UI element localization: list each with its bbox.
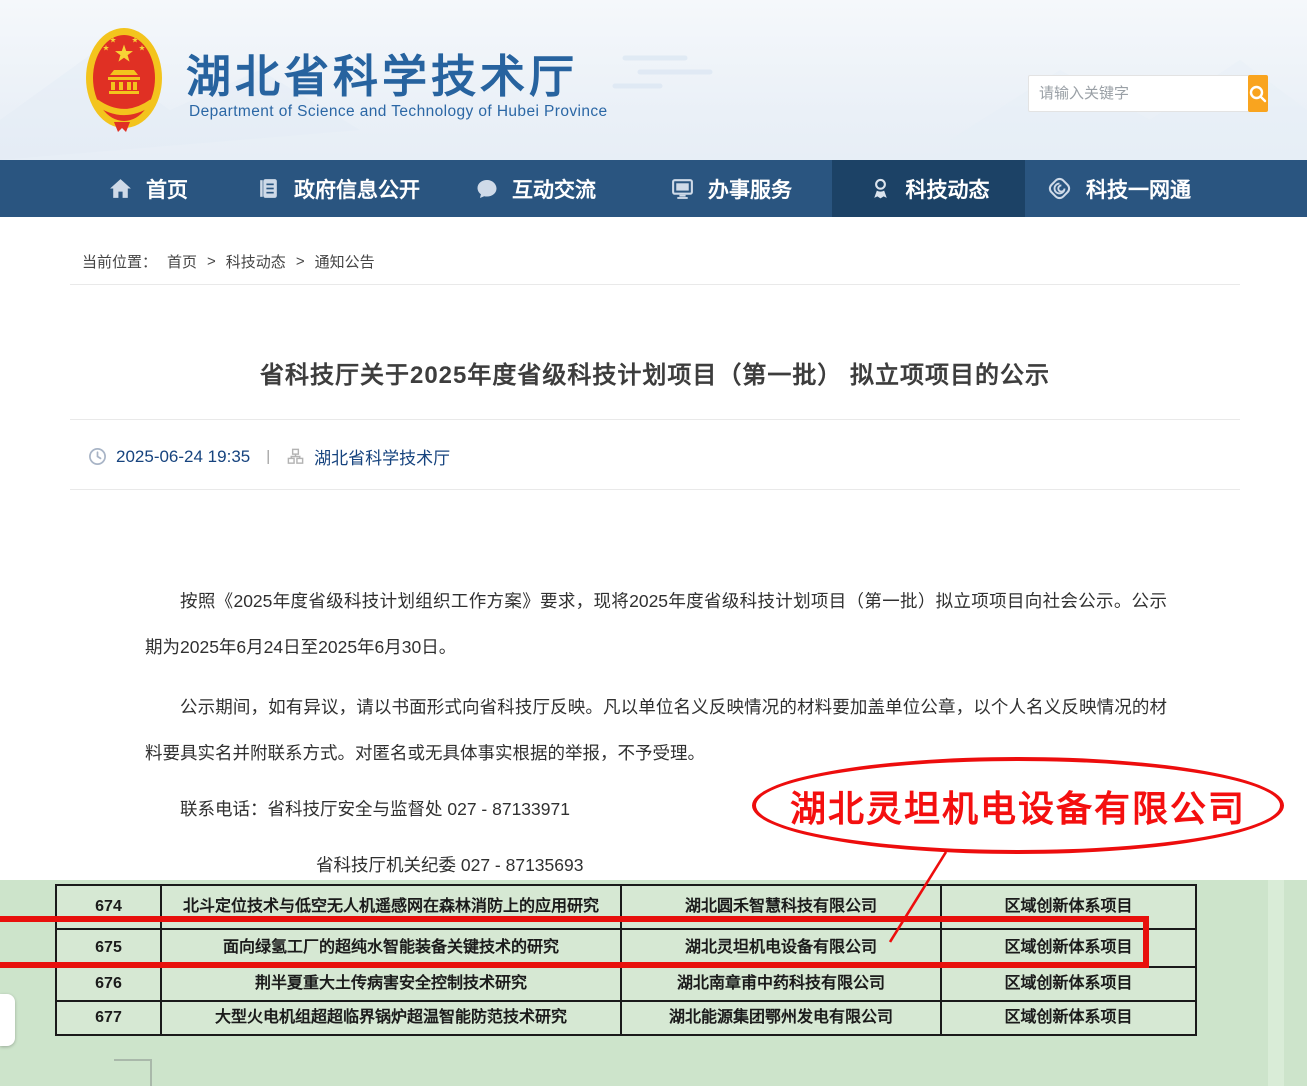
nav-item-home[interactable]: 首页 [108,160,188,217]
nav-label: 科技动态 [906,174,990,204]
article-source[interactable]: 湖北省科学技术厅 [314,444,450,469]
project-table-section: 674 北斗定位技术与低空无人机遥感网在森林消防上的应用研究 湖北圆禾智慧科技有… [0,880,1307,1086]
breadcrumb-item-tech-news[interactable]: 科技动态 [226,251,286,272]
person-icon [868,176,893,201]
divider [70,419,1240,420]
nav-label: 首页 [146,174,188,204]
nav-label: 互动交流 [512,174,596,204]
cell-project-name: 荆半夏重大土传病害安全控制技术研究 [161,967,621,1001]
national-emblem-logo [84,26,164,134]
network-icon [1046,175,1073,202]
divider [70,489,1240,490]
cell-company-name: 湖北南章甫中药科技有限公司 [621,967,941,1001]
nav-item-one-network[interactable]: 科技一网通 [1046,160,1191,217]
nav-item-services[interactable]: 办事服务 [670,160,792,217]
breadcrumb-label: 当前位置： [82,251,157,272]
cell-project-name: 大型火电机组超超临界锅炉超温智能防范技术研究 [161,1001,621,1035]
page: 湖北省科学技术厅 Department of Science and Techn… [0,0,1307,1086]
nav-item-interaction[interactable]: 互动交流 [475,160,596,217]
search-box [1028,75,1264,112]
breadcrumb: 当前位置： 首页 > 科技动态 > 通知公告 [82,251,375,272]
monitor-icon [670,176,695,201]
side-floating-widget[interactable] [0,994,15,1046]
article-meta: 2025-06-24 19:35 | 湖北省科学技术厅 [88,444,450,469]
clock-icon [88,447,107,466]
cell-row-number: 677 [56,1001,161,1035]
chat-icon [475,177,499,201]
table-row: 677 大型火电机组超超临界锅炉超温智能防范技术研究 湖北能源集团鄂州发电有限公… [56,1001,1196,1035]
search-button[interactable] [1248,75,1268,112]
site-title: 湖北省科学技术厅 [186,40,578,105]
home-icon [108,176,133,201]
site-subtitle: Department of Science and Technology of … [189,103,608,121]
table-row: 676 荆半夏重大土传病害安全控制技术研究 湖北南章甫中药科技有限公司 区域创新… [56,967,1196,1001]
cell-project-type: 区域创新体系项目 [941,967,1196,1001]
breadcrumb-item-notices[interactable]: 通知公告 [315,251,375,272]
nav-item-tech-news[interactable]: 科技动态 [832,160,1025,217]
search-input[interactable] [1029,76,1248,111]
paragraph-1: 按照《2025年度省级科技计划组织工作方案》要求，现将2025年度省级科技计划项… [145,578,1167,670]
cell-company-name: 湖北能源集团鄂州发电有限公司 [621,1001,941,1035]
cell-row-number: 676 [56,967,161,1001]
nav-item-gov-info[interactable]: 政府信息公开 [256,160,420,217]
main-nav: 首页 政府信息公开 互动交流 办事服务 [0,160,1307,217]
nav-label: 办事服务 [708,174,792,204]
organization-icon [286,447,305,466]
article-title: 省科技厅关于2025年度省级科技计划项目（第一批） 拟立项项目的公示 [70,355,1240,390]
highlight-rectangle [0,916,1149,968]
spreadsheet-column-edge [1268,880,1284,1086]
annotation-pointer-line [880,850,960,946]
highlighted-company-name: 湖北灵坦机电设备有限公司 [790,780,1246,832]
crop-corner-mark [114,1059,152,1086]
breadcrumb-separator: > [296,253,305,270]
meta-separator: | [266,448,270,465]
breadcrumb-separator: > [207,253,216,270]
publish-time: 2025-06-24 19:35 [116,447,250,467]
nav-label: 科技一网通 [1086,174,1191,204]
document-icon [256,176,281,201]
nav-label: 政府信息公开 [294,174,420,204]
cell-project-type: 区域创新体系项目 [941,1001,1196,1035]
search-icon [1248,84,1268,104]
highlight-ellipse-annotation: 湖北灵坦机电设备有限公司 [752,757,1284,854]
breadcrumb-item-home[interactable]: 首页 [167,251,197,272]
divider [70,284,1240,285]
site-header: 湖北省科学技术厅 Department of Science and Techn… [0,0,1307,160]
